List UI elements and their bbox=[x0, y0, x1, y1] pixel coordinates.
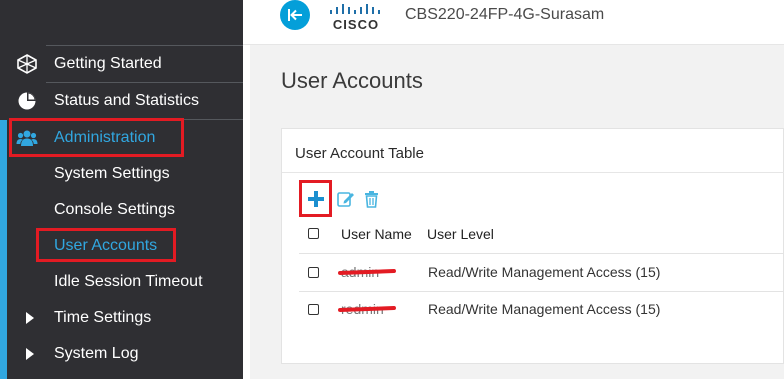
sidebar-item-label: System Log bbox=[54, 345, 139, 362]
sidebar-item-getting-started[interactable]: Getting Started bbox=[0, 46, 243, 82]
column-header-user-name[interactable]: User Name bbox=[341, 226, 412, 242]
row-checkbox[interactable] bbox=[308, 304, 319, 315]
pie-chart-icon bbox=[16, 91, 38, 111]
row-divider bbox=[299, 291, 784, 292]
card-divider bbox=[282, 172, 784, 173]
highlight-box-user-accounts bbox=[36, 228, 176, 262]
collapse-arrow-icon bbox=[288, 9, 302, 21]
collapse-sidebar-button[interactable] bbox=[280, 0, 310, 30]
sidebar-item-label: Status and Statistics bbox=[54, 92, 199, 109]
cisco-wordmark: CISCO bbox=[333, 17, 379, 32]
edit-button[interactable] bbox=[336, 189, 356, 209]
edit-icon bbox=[337, 192, 354, 207]
page-title: User Accounts bbox=[281, 68, 423, 93]
chevron-right-icon bbox=[26, 348, 34, 360]
highlight-box-add-button bbox=[299, 180, 332, 217]
user-account-table-card bbox=[281, 128, 784, 364]
select-all-checkbox[interactable] bbox=[308, 228, 319, 239]
user-level-cell: Read/Write Management Access (15) bbox=[428, 301, 661, 317]
sidebar-item-console-settings[interactable]: Console Settings bbox=[0, 192, 243, 228]
sidebar-item-label: System Settings bbox=[54, 165, 170, 182]
sidebar-item-idle-session-timeout[interactable]: Idle Session Timeout bbox=[0, 264, 243, 300]
sidebar-item-label: Time Settings bbox=[54, 309, 152, 326]
sidebar-item-system-log[interactable]: System Log bbox=[0, 336, 243, 372]
highlight-box-administration bbox=[9, 118, 184, 157]
column-header-user-level[interactable]: User Level bbox=[427, 226, 494, 242]
sidebar-item-label: Console Settings bbox=[54, 201, 175, 218]
chevron-right-icon bbox=[26, 312, 34, 324]
row-divider bbox=[299, 253, 784, 254]
getting-started-icon bbox=[16, 54, 38, 74]
row-checkbox[interactable] bbox=[308, 267, 319, 278]
sidebar-item-label: Getting Started bbox=[54, 55, 162, 72]
sidebar-item-system-settings[interactable]: System Settings bbox=[0, 156, 243, 192]
sidebar-item-label: Idle Session Timeout bbox=[54, 273, 203, 290]
sidebar-item-time-settings[interactable]: Time Settings bbox=[0, 300, 243, 336]
cisco-logo: CISCO bbox=[327, 2, 385, 32]
sidebar-item-status-and-statistics[interactable]: Status and Statistics bbox=[0, 83, 243, 119]
table-title: User Account Table bbox=[295, 145, 424, 162]
user-level-cell: Read/Write Management Access (15) bbox=[428, 264, 661, 280]
trash-icon bbox=[365, 191, 378, 208]
delete-button[interactable] bbox=[362, 189, 382, 209]
device-name: CBS220-24FP-4G-Surasam bbox=[405, 6, 605, 23]
